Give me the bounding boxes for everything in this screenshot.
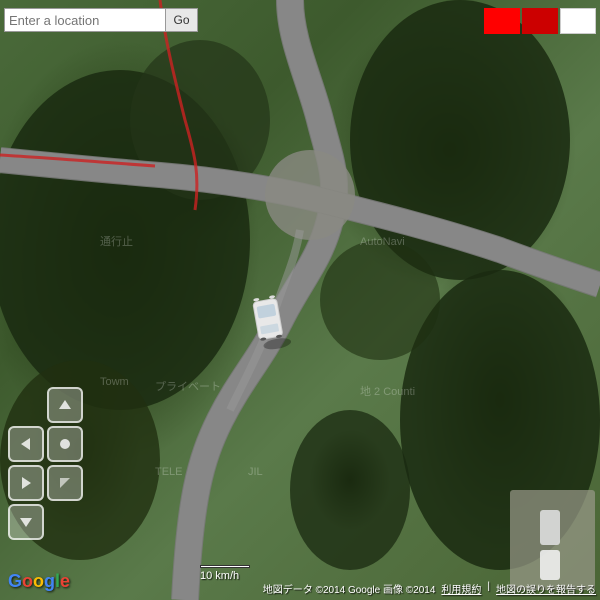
svg-text:プライベート: プライベート xyxy=(155,380,221,393)
red-square[interactable] xyxy=(484,8,520,34)
nav-down-button[interactable] xyxy=(8,504,44,540)
nav-left-button[interactable] xyxy=(8,426,44,462)
map-container[interactable]: 通行止 プライベート AutoNavi 地 2 Counti JIL TELE … xyxy=(0,0,600,600)
search-input[interactable] xyxy=(4,8,166,32)
scale-bar: 10 km/h xyxy=(200,565,250,582)
nav-up-button[interactable] xyxy=(47,387,83,423)
svg-text:JIL: JIL xyxy=(248,466,263,478)
roads-overlay: 通行止 プライベート AutoNavi 地 2 Counti JIL TELE … xyxy=(0,0,600,600)
svg-text:AutoNavi: AutoNavi xyxy=(360,236,405,248)
separator: | xyxy=(487,581,490,596)
report-link[interactable]: 地図の誤りを報告する xyxy=(496,581,596,596)
svg-text:地 2 Counti: 地 2 Counti xyxy=(360,385,415,398)
color-controls xyxy=(484,8,596,34)
attribution: 地図データ ©2014 Google 画像 ©2014 利用規約 | 地図の誤り… xyxy=(263,581,596,596)
nav-right-button[interactable] xyxy=(8,465,44,501)
go-button[interactable]: Go xyxy=(166,8,198,32)
nav-controls xyxy=(8,387,83,540)
nav-center-button[interactable] xyxy=(47,426,83,462)
scale-label: 10 km/h xyxy=(200,570,239,582)
terms-link[interactable]: 利用規約 xyxy=(441,581,481,596)
google-logo: Google xyxy=(8,571,70,592)
white-square[interactable] xyxy=(560,8,596,34)
nav-down-left-button[interactable] xyxy=(47,465,83,501)
svg-text:通行止: 通行止 xyxy=(100,235,133,248)
dark-red-square[interactable] xyxy=(522,8,558,34)
svg-text:TELE: TELE xyxy=(155,466,183,478)
map-data-text: 地図データ ©2014 Google 画像 ©2014 xyxy=(263,581,436,596)
svg-text:Towm: Towm xyxy=(100,376,129,388)
search-bar: Go xyxy=(4,8,198,32)
nav-empty-1 xyxy=(8,387,44,423)
scale-line xyxy=(200,565,250,568)
